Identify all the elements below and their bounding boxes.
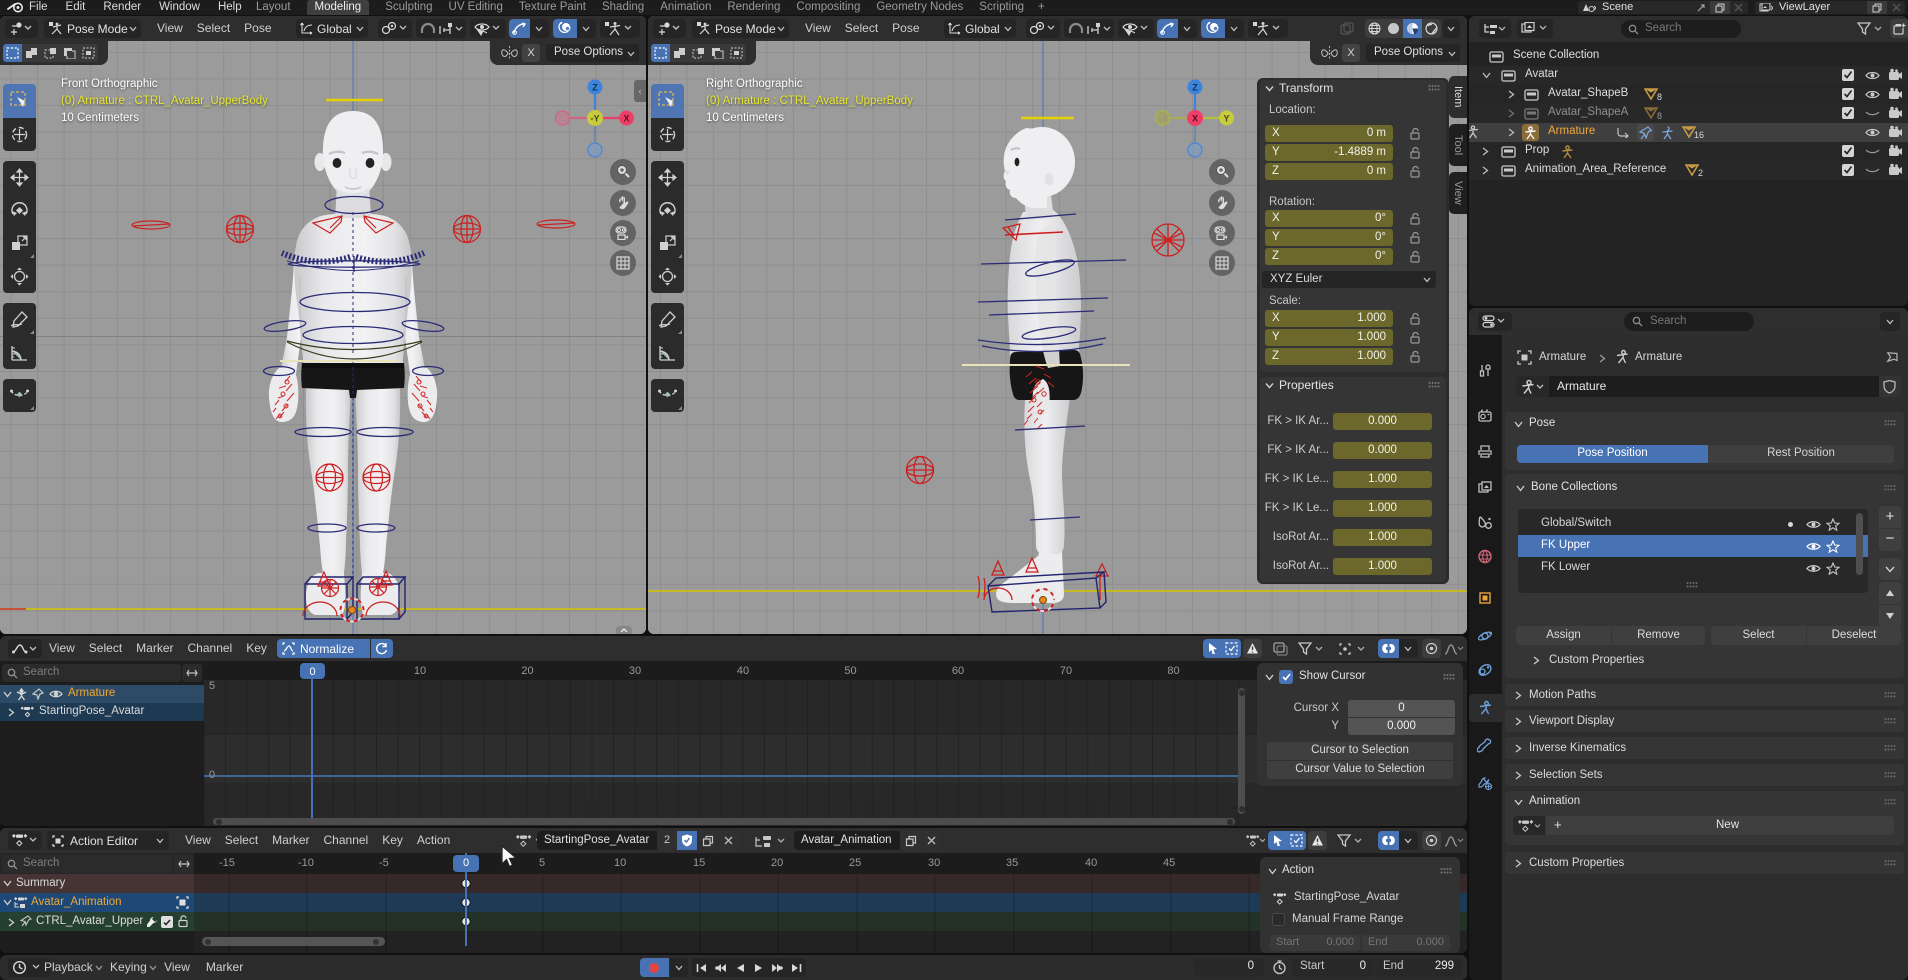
svg-text:20: 20 xyxy=(521,665,533,677)
svg-text:Y: Y xyxy=(1223,114,1229,124)
svg-text:60: 60 xyxy=(952,665,964,677)
svg-text:10: 10 xyxy=(414,665,426,677)
svg-text:40: 40 xyxy=(737,665,749,677)
svg-text:Z: Z xyxy=(1192,83,1198,93)
svg-text:X: X xyxy=(1192,114,1198,124)
svg-text:Z: Z xyxy=(592,83,598,93)
svg-text:80: 80 xyxy=(1167,665,1179,677)
svg-text:30: 30 xyxy=(629,665,641,677)
svg-text:0: 0 xyxy=(309,666,315,678)
svg-text:X: X xyxy=(623,114,629,124)
svg-text:50: 50 xyxy=(844,665,856,677)
svg-text:70: 70 xyxy=(1060,665,1072,677)
svg-text:-Y: -Y xyxy=(591,114,600,124)
